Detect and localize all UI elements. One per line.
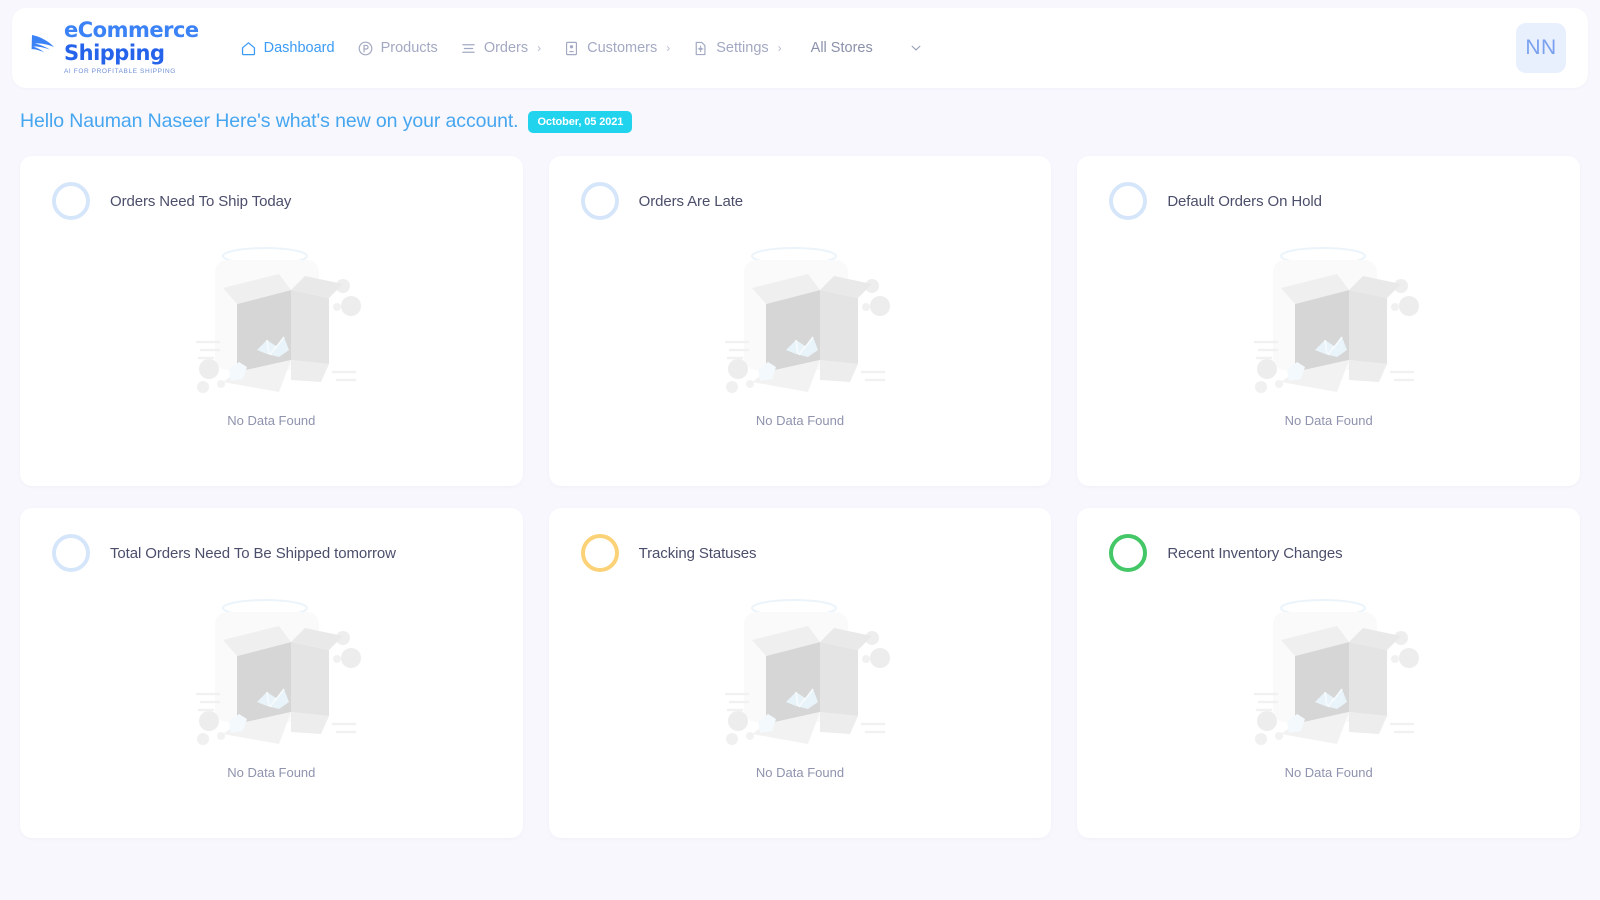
dashboard-card: Total Orders Need To Be Shipped tomorrow bbox=[20, 508, 523, 838]
topbar-container: eCommerce Shipping AI FOR PROFITABLE SHI… bbox=[0, 0, 1600, 88]
list-lines-icon bbox=[460, 40, 477, 57]
nav-item-products[interactable]: Products bbox=[346, 32, 449, 65]
avatar[interactable]: NN bbox=[1516, 23, 1566, 73]
card-title: Recent Inventory Changes bbox=[1167, 544, 1343, 562]
nav-label-orders: Orders bbox=[483, 40, 529, 56]
dashboard-card: Recent Inventory Changes No Data Found bbox=[1077, 508, 1580, 838]
chevron-right-icon-customers: › bbox=[666, 41, 671, 55]
nav-item-settings[interactable]: Settings › bbox=[681, 32, 792, 65]
store-selector[interactable]: All Stores bbox=[807, 34, 933, 62]
nav-item-orders[interactable]: Orders › bbox=[449, 32, 552, 65]
contact-card-icon bbox=[563, 40, 580, 57]
card-title: Default Orders On Hold bbox=[1167, 192, 1322, 210]
chevron-right-icon-settings: › bbox=[777, 41, 782, 55]
card-title: Total Orders Need To Be Shipped tomorrow bbox=[110, 544, 396, 562]
empty-box-icon bbox=[724, 599, 890, 745]
card-body: No Data Found bbox=[571, 572, 1030, 820]
nav-item-dashboard[interactable]: Dashboard bbox=[229, 32, 346, 65]
status-ring-icon bbox=[52, 182, 90, 220]
avatar-initials: NN bbox=[1525, 36, 1557, 59]
chevron-right-icon-orders: › bbox=[537, 41, 542, 55]
empty-box-icon bbox=[196, 247, 362, 393]
status-ring-icon bbox=[52, 534, 90, 572]
card-header: Recent Inventory Changes bbox=[1099, 534, 1558, 572]
home-icon bbox=[240, 40, 257, 57]
feather-quill-icon bbox=[30, 32, 56, 58]
card-header: Orders Need To Ship Today bbox=[42, 182, 501, 220]
dashboard-card: Default Orders On Hold No Data Found bbox=[1077, 156, 1580, 486]
dashboard-card: Tracking Statuses No Data Found bbox=[548, 508, 1052, 838]
card-body: No Data Found bbox=[1099, 572, 1558, 820]
empty-state-text: No Data Found bbox=[227, 765, 316, 780]
dashboard-card: Orders Are Late No Data Found bbox=[548, 156, 1052, 486]
nav-label-settings: Settings bbox=[716, 40, 769, 56]
file-gear-icon bbox=[692, 40, 709, 57]
empty-state-text: No Data Found bbox=[755, 765, 845, 780]
card-body: No Data Found bbox=[42, 220, 501, 468]
logo-text: eCommerce Shipping AI FOR PROFITABLE SHI… bbox=[64, 20, 199, 76]
nav-label-products: Products bbox=[380, 40, 438, 56]
logo-tagline: AI FOR PROFITABLE SHIPPING bbox=[64, 68, 176, 76]
topbar: eCommerce Shipping AI FOR PROFITABLE SHI… bbox=[12, 8, 1588, 88]
card-body: No Data Found bbox=[1099, 220, 1558, 468]
card-title: Orders Are Late bbox=[638, 192, 744, 210]
card-title: Orders Need To Ship Today bbox=[110, 192, 292, 210]
logo-line-1: eCommerce bbox=[64, 18, 199, 43]
empty-box-icon bbox=[1253, 247, 1419, 393]
card-body: No Data Found bbox=[571, 220, 1030, 468]
empty-state-text: No Data Found bbox=[1284, 765, 1373, 780]
card-header: Orders Are Late bbox=[571, 182, 1030, 220]
card-title: Tracking Statuses bbox=[638, 544, 757, 562]
main-navigation: Dashboard Products Orders › Customers › … bbox=[229, 32, 793, 65]
card-header: Total Orders Need To Be Shipped tomorrow bbox=[42, 534, 501, 572]
date-badge: October, 05 2021 bbox=[528, 110, 633, 133]
nav-item-customers[interactable]: Customers › bbox=[552, 32, 681, 65]
status-ring-icon bbox=[1109, 534, 1148, 572]
empty-box-icon bbox=[724, 247, 890, 393]
store-selector-label: All Stores bbox=[810, 40, 873, 56]
card-header: Default Orders On Hold bbox=[1099, 182, 1558, 220]
chevron-down-icon bbox=[909, 41, 923, 55]
logo-line-2: Shipping bbox=[64, 41, 165, 66]
circle-p-icon bbox=[357, 40, 374, 57]
card-body: No Data Found bbox=[42, 572, 501, 820]
card-header: Tracking Statuses bbox=[571, 534, 1030, 572]
empty-box-icon bbox=[1253, 599, 1419, 745]
status-ring-icon bbox=[1109, 182, 1148, 220]
greeting-row: Hello Nauman Naseer Here's what's new on… bbox=[0, 88, 1600, 133]
dashboard-card: Orders Need To Ship Today No Data Found bbox=[20, 156, 523, 486]
app-logo[interactable]: eCommerce Shipping AI FOR PROFITABLE SHI… bbox=[30, 20, 215, 76]
status-ring-icon bbox=[580, 534, 619, 572]
dashboard-card-grid: Orders Need To Ship Today No Data Found … bbox=[0, 133, 1600, 838]
status-ring-icon bbox=[580, 182, 619, 220]
empty-state-text: No Data Found bbox=[755, 413, 845, 428]
nav-label-customers: Customers bbox=[587, 40, 658, 56]
greeting-message: Hello Nauman Naseer Here's what's new on… bbox=[20, 110, 519, 132]
empty-state-text: No Data Found bbox=[1284, 413, 1373, 428]
nav-label-dashboard: Dashboard bbox=[263, 40, 335, 56]
empty-box-icon bbox=[196, 599, 362, 745]
empty-state-text: No Data Found bbox=[227, 413, 316, 428]
